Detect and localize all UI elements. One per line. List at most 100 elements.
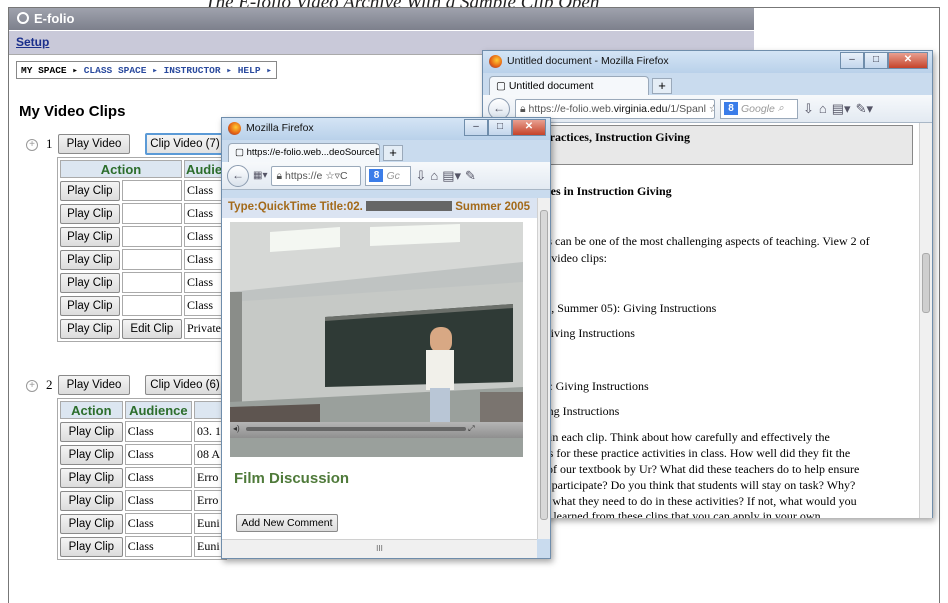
search-box[interactable]: 8 Google ⌕ [720, 98, 798, 119]
expand-icon[interactable]: + [26, 139, 38, 151]
crumb-my-space[interactable]: MY SPACE ▸ [21, 65, 78, 76]
table-row: Play Clip Class 03. 1 [60, 421, 224, 442]
edit-cell [121, 226, 182, 247]
play-clip-button[interactable]: Play Clip [60, 536, 123, 557]
table-row: Play Clip Class [60, 249, 224, 270]
audience-cell: Class [184, 249, 224, 270]
download-icon[interactable]: ⇩ [415, 168, 426, 184]
group-number: 2 [46, 377, 53, 392]
play-clip-button[interactable]: Play Clip [60, 249, 120, 270]
new-tab-icon[interactable]: + [652, 78, 672, 94]
url-bar[interactable]: 🔒︎ https://e-folio.web.virginia.edu/1/Sp… [515, 98, 715, 119]
url-suffix: /1/Spanl [667, 102, 706, 115]
search-placeholder: Google [741, 102, 775, 115]
title-cell: Euni [194, 513, 224, 534]
video-controls[interactable]: ◂) ⤢ [230, 422, 523, 438]
tab-untitled-document[interactable]: ▢ Untitled document [489, 76, 649, 95]
clip-video-button[interactable]: Clip Video (7) [145, 133, 225, 155]
minimize-icon[interactable]: – [840, 52, 864, 69]
scroll-grip: III [376, 544, 383, 553]
play-video-button[interactable]: Play Video [58, 375, 130, 395]
play-clip-button[interactable]: Play Clip [60, 318, 120, 339]
video-type-label: Type:QuickTime Title:02. [228, 201, 363, 213]
audience-cell: Private [184, 318, 224, 339]
edit-cell [121, 203, 182, 224]
tools-icon[interactable]: ✎ [465, 168, 476, 184]
firefox-logo-icon [489, 55, 502, 68]
vertical-scrollbar[interactable] [537, 198, 550, 539]
home-icon[interactable]: ⌂ [430, 168, 438, 183]
minimize-icon[interactable]: – [464, 119, 488, 136]
breadcrumb: MY SPACE ▸ CLASS SPACE ▸ INSTRUCTOR ▸ HE… [16, 61, 277, 79]
search-icon[interactable]: ⌕ [778, 102, 784, 115]
window-titlebar: Mozilla Firefox – □ ✕ [222, 118, 550, 140]
title-cell: Erro [194, 490, 224, 511]
close-icon[interactable]: ✕ [512, 119, 546, 136]
google-icon: 8 [369, 169, 384, 182]
crumb-instructor[interactable]: INSTRUCTOR ▸ [164, 65, 232, 76]
audience-cell: Class [124, 513, 192, 534]
vertical-scrollbar[interactable] [919, 123, 932, 518]
horizontal-scrollbar[interactable]: III [222, 539, 537, 558]
play-clip-button[interactable]: Play Clip [60, 421, 123, 442]
play-clip-button[interactable]: Play Clip [60, 180, 120, 201]
progress-track[interactable] [245, 426, 466, 431]
play-clip-button[interactable]: Play Clip [60, 444, 123, 465]
navigation-bar: ← ▦▾ 🔒︎ https://e ☆▿C 8 Gc ⇩ ⌂ ▤▾ ✎ [222, 162, 550, 190]
audience-cell: Class [124, 536, 192, 557]
url-domain: virginia.edu [613, 102, 668, 115]
close-icon[interactable]: ✕ [888, 52, 928, 69]
download-icon[interactable]: ⇩ [803, 101, 814, 117]
search-box[interactable]: 8 Gc [365, 165, 412, 186]
fullscreen-icon[interactable]: ⤢ [468, 424, 474, 433]
page-icon: ▢ [235, 147, 247, 158]
clip-video-button[interactable]: Clip Video (6) [145, 375, 225, 395]
tab-bar: ▢ Untitled document + [483, 73, 932, 95]
maximize-icon[interactable]: □ [488, 119, 512, 136]
video-player[interactable]: ◂) ⤢ [230, 222, 523, 457]
add-comment-button[interactable]: Add New Comment [236, 514, 338, 532]
crumb-help[interactable]: HELP ▸ [238, 65, 272, 76]
bookmarks-icon[interactable]: ▤▾ [832, 101, 851, 117]
expand-icon[interactable]: + [26, 380, 38, 392]
play-clip-button[interactable]: Play Clip [60, 513, 123, 534]
back-arrow-icon[interactable]: ← [227, 164, 249, 187]
setup-link[interactable]: Setup [16, 35, 49, 49]
edit-cell [121, 180, 182, 201]
lock-icon: 🔒︎ [520, 102, 529, 115]
play-clip-button[interactable]: Play Clip [60, 272, 120, 293]
page-icon: ▢ [496, 80, 509, 92]
play-clip-button[interactable]: Play Clip [60, 295, 120, 316]
lock-icon: 🔒︎ [276, 169, 285, 182]
tab-video-source[interactable]: ▢ https://e-folio.web...deoSourceDetail.… [228, 143, 380, 162]
table-row: Play Clip Class [60, 226, 224, 247]
star-icon[interactable]: ☆▿C [322, 170, 347, 182]
play-clip-button[interactable]: Play Clip [60, 226, 120, 247]
play-clip-button[interactable]: Play Clip [60, 490, 123, 511]
video-page-content: Type:QuickTime Title:02. Summer 2005 ◂) … [222, 198, 537, 539]
column-header: Audie [184, 160, 224, 178]
home-icon[interactable]: ⌂ [819, 101, 827, 116]
new-tab-icon[interactable]: + [383, 145, 403, 161]
tab-bar: ▢ https://e-folio.web...deoSourceDetail.… [222, 140, 550, 162]
bookmarks-icon[interactable]: ▤▾ [442, 168, 461, 184]
edit-clip-button[interactable]: Edit Clip [121, 318, 182, 339]
play-video-button[interactable]: Play Video [58, 134, 130, 154]
column-header [194, 401, 224, 419]
page-title: My Video Clips [19, 103, 126, 120]
group-number: 1 [46, 136, 53, 151]
star-icon[interactable]: ☆ ▿ [706, 103, 714, 115]
app-title: E-folio [34, 11, 75, 26]
url-bar[interactable]: 🔒︎ https://e ☆▿C [271, 165, 362, 186]
play-clip-button[interactable]: Play Clip [60, 467, 123, 488]
play-clip-button[interactable]: Play Clip [60, 203, 120, 224]
table-row: Play Clip Class 08 A [60, 444, 224, 465]
maximize-icon[interactable]: □ [864, 52, 888, 69]
tools-icon[interactable]: ✎▾ [856, 101, 873, 117]
crumb-class-space[interactable]: CLASS SPACE ▸ [84, 65, 158, 76]
table-row: Play Clip Class Erro [60, 467, 224, 488]
discussion-heading: Film Discussion [234, 470, 350, 487]
audience-cell: Class [184, 226, 224, 247]
volume-icon[interactable]: ◂) [233, 424, 240, 433]
table-row: Play Clip Class [60, 180, 224, 201]
